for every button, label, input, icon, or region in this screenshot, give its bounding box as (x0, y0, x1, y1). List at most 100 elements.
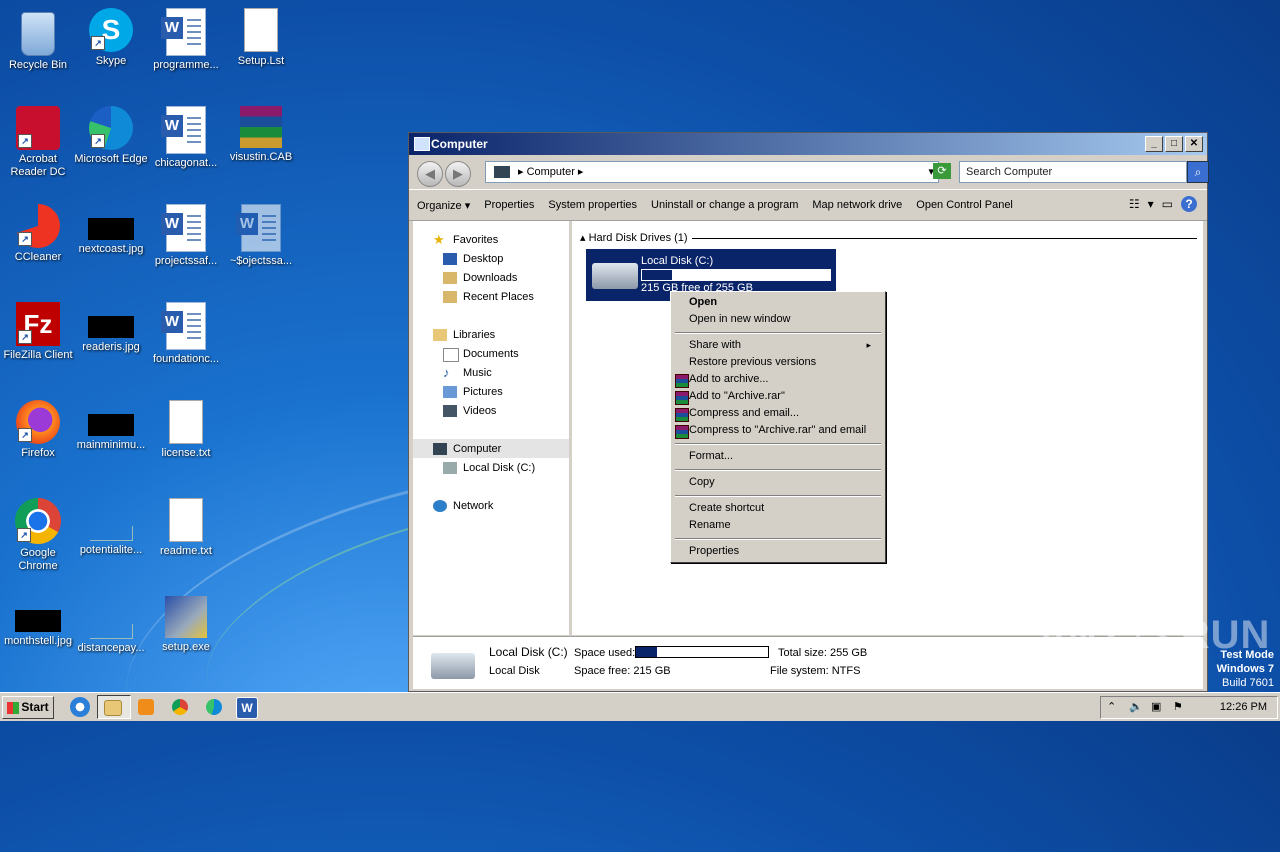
desktop-icon-license[interactable]: license.txt (148, 400, 224, 460)
group-header[interactable]: ▴ Hard Disk Drives (1) (580, 231, 688, 244)
maximize-button[interactable]: □ (1165, 136, 1183, 152)
desktop-icon-readme[interactable]: readme.txt (148, 498, 224, 558)
context-menu: Open Open in new window Share with ▸ Rest… (670, 291, 886, 563)
map-network-drive-button[interactable]: Map network drive (812, 199, 902, 211)
menu-item-properties[interactable]: Properties (689, 543, 739, 560)
network-tray-icon[interactable]: ▣ (1151, 701, 1165, 713)
nav-downloads[interactable]: Downloads (443, 269, 517, 287)
desktop-icon-setup-exe[interactable]: setup.exe (148, 596, 224, 654)
desktop-icon-recycle-bin[interactable]: Recycle Bin (0, 8, 76, 72)
desktop-icon-visustin[interactable]: visustin.CAB (223, 106, 299, 164)
edge-icon[interactable] (206, 699, 222, 715)
desktop-icon-acrobat[interactable]: ↗ Acrobat Reader DC (0, 106, 76, 179)
desktop-icon-chrome[interactable]: ↗ Google Chrome (0, 498, 76, 573)
help-icon[interactable]: ? (1181, 196, 1197, 212)
desktop-icon-label: visustin.CAB (229, 151, 293, 163)
menu-item-share-with[interactable]: Share with ▸ (689, 337, 879, 354)
menu-item-rename[interactable]: Rename (689, 517, 731, 534)
desktop-icon-projectssaf[interactable]: W projectssaf... (148, 204, 224, 268)
tray-expand-icon[interactable]: ⌃ (1107, 701, 1121, 713)
menu-item-format[interactable]: Format... (689, 448, 733, 465)
view-options-icon[interactable]: ☷ (1129, 197, 1140, 211)
clock[interactable]: 12:26 PM (1220, 701, 1267, 713)
desktop-icon-tmp-word[interactable]: W ~$ojectssa... (223, 204, 299, 268)
menu-item-restore-previous[interactable]: Restore previous versions (689, 354, 816, 371)
desktop-icon-distancepay[interactable]: distancepay... (73, 596, 149, 655)
menu-item-create-shortcut[interactable]: Create shortcut (689, 500, 764, 517)
properties-button[interactable]: Properties (484, 199, 534, 211)
search-icon[interactable]: ⌕ (1187, 161, 1209, 183)
computer-icon (414, 137, 430, 151)
menu-item-add-to-archive[interactable]: Add to archive... (689, 371, 769, 388)
word-document-icon: W (161, 204, 206, 252)
menu-item-compress-rar-email[interactable]: Compress to "Archive.rar" and email (689, 422, 866, 439)
address-bar-row: ◀ ▶ ▸ Computer ▸ ▾ ⟳ Search Computer ⌕ (409, 155, 1209, 189)
word-document-icon: W (161, 106, 206, 154)
submenu-arrow-icon: ▸ (866, 340, 871, 350)
chrome-icon[interactable] (172, 699, 188, 715)
nav-desktop[interactable]: Desktop (443, 250, 503, 268)
minimize-button[interactable]: _ (1145, 136, 1163, 152)
system-tray: ⌃ 🔈 ▣ ⚑ 12:26 PM (1100, 696, 1278, 719)
desktop-icon-ccleaner[interactable]: ↗ CCleaner (0, 204, 76, 264)
organize-button[interactable]: Organize ▾ (417, 199, 470, 212)
nav-favorites[interactable]: ★ Favorites (433, 231, 498, 249)
menu-item-compress-email[interactable]: Compress and email... (689, 405, 799, 422)
menu-item-open-new-window[interactable]: Open in new window (689, 311, 791, 328)
word-icon[interactable]: W (236, 697, 258, 719)
nav-recent-places[interactable]: Recent Places (443, 288, 534, 306)
desktop-icon-readeris[interactable]: readeris.jpg (73, 302, 149, 354)
action-center-icon[interactable]: ⚑ (1173, 701, 1187, 713)
desktop-icon-foundationc[interactable]: W foundationc... (148, 302, 224, 366)
refresh-button[interactable]: ⟳ (933, 163, 951, 179)
menu-item-add-to-archive-rar[interactable]: Add to "Archive.rar" (689, 388, 785, 405)
desktop-icon-monthstell[interactable]: monthstell.jpg (0, 596, 76, 648)
computer-icon (494, 166, 510, 179)
nav-pictures[interactable]: Pictures (443, 383, 503, 401)
open-control-panel-button[interactable]: Open Control Panel (916, 199, 1013, 211)
menu-item-open[interactable]: Open (689, 294, 717, 311)
content-pane: ▴ Hard Disk Drives (1) Local Disk (C:) 2… (572, 221, 1203, 635)
close-button[interactable]: ✕ (1185, 136, 1203, 152)
desktop-icon-programme[interactable]: W programme... (148, 8, 224, 72)
title-bar[interactable]: Computer _ □ ✕ (409, 133, 1207, 155)
menu-separator (675, 469, 881, 471)
menu-item-copy[interactable]: Copy (689, 474, 715, 491)
system-properties-button[interactable]: System properties (548, 199, 637, 211)
desktop-icon-skype[interactable]: S ↗ Skype (73, 8, 149, 68)
back-button[interactable]: ◀ (417, 161, 443, 187)
nav-libraries[interactable]: Libraries (433, 326, 495, 344)
firefox-icon: ↗ (16, 400, 60, 444)
volume-icon[interactable]: 🔈 (1129, 701, 1143, 713)
preview-pane-icon[interactable]: ▭ (1162, 197, 1173, 211)
menu-separator (675, 332, 881, 334)
desktop-icon-label: readme.txt (160, 545, 212, 557)
desktop-icon-nextcoast[interactable]: nextcoast.jpg (73, 204, 149, 256)
nav-documents[interactable]: Documents (443, 345, 519, 363)
desktop-icon-potentialite[interactable]: potentialite... (73, 498, 149, 557)
internet-explorer-icon[interactable] (70, 697, 90, 717)
forward-button[interactable]: ▶ (445, 161, 471, 187)
desktop-icon-chicagonat[interactable]: W chicagonat... (148, 106, 224, 170)
nav-computer[interactable]: Computer (433, 440, 501, 458)
uninstall-program-button[interactable]: Uninstall or change a program (651, 199, 798, 211)
desktop-icon-mainminimu[interactable]: mainminimu... (73, 400, 149, 452)
desktop-icon-edge[interactable]: ↗ Microsoft Edge (73, 106, 149, 166)
nav-music[interactable]: ♪ Music (443, 364, 492, 382)
start-button[interactable]: Start (2, 696, 54, 719)
nav-local-disk[interactable]: Local Disk (C:) (443, 459, 535, 477)
details-space-free: Space free: 215 GB (574, 665, 671, 677)
nav-videos[interactable]: Videos (443, 402, 496, 420)
desktop-icon-filezilla[interactable]: Fz ↗ FileZilla Client (0, 302, 76, 362)
nav-network[interactable]: Network (433, 497, 493, 515)
navigation-pane: ★ Favorites Desktop Downloads Recent Plac… (413, 221, 572, 635)
desktop-icon-setup-lst[interactable]: Setup.Lst (223, 8, 299, 68)
address-text: Computer (526, 166, 575, 178)
media-player-icon[interactable] (138, 699, 154, 715)
details-drive-name: Local Disk (C:) (489, 645, 568, 659)
search-input[interactable]: Search Computer (959, 161, 1187, 183)
address-bar[interactable]: ▸ Computer ▸ ▾ (485, 161, 939, 183)
recycle-bin-icon (21, 12, 55, 56)
view-dropdown-icon[interactable]: ▾ (1148, 197, 1154, 211)
desktop-icon-firefox[interactable]: ↗ Firefox (0, 400, 76, 460)
